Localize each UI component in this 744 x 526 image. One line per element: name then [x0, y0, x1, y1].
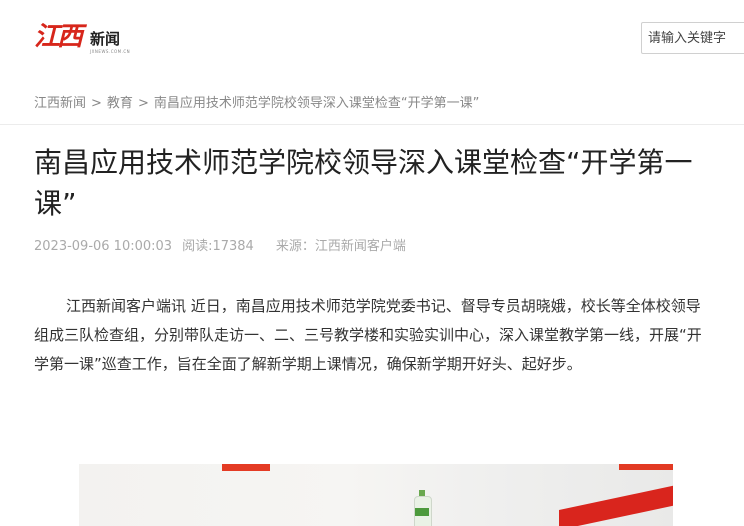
photo-bottle-label: [415, 508, 429, 516]
photo-red-cloth: [559, 485, 673, 526]
logo-jiangxi-text: 江西: [34, 22, 83, 52]
breadcrumb-separator: >: [137, 96, 149, 111]
article-title: 南昌应用技术师范学院校领导深入课堂检查“开学第一课”: [34, 146, 693, 220]
breadcrumb-separator: >: [91, 96, 102, 111]
breadcrumb-home-link[interactable]: 江西新闻: [34, 96, 86, 111]
breadcrumb: 江西新闻 > 教育 > 南昌应用技术师范学院校领导深入课堂检查“开学第一课”: [34, 95, 479, 113]
photo-red-banner-left: [222, 464, 270, 471]
article-paragraph: 江西新闻客户端讯 近日，南昌应用技术师范学院党委书记、督导专员胡晓娥，校长等全体…: [34, 297, 702, 373]
publish-date: 2023-09-06 10:00:03: [34, 239, 173, 254]
read-count: 阅读:17384: [182, 239, 254, 254]
site-header: 江西 新闻 JXNEWS.COM.CN: [0, 0, 744, 78]
article-source: 来源：江西新闻客户端: [275, 239, 406, 254]
photo-red-banner-right: [619, 464, 673, 470]
breadcrumb-current: 南昌应用技术师范学院校领导深入课堂检查“开学第一课”: [153, 96, 480, 111]
breadcrumb-education-link[interactable]: 教育: [107, 96, 133, 111]
article-photo: [79, 464, 673, 526]
header-divider: [0, 124, 744, 125]
logo-domain-text: JXNEWS.COM.CN: [90, 49, 131, 54]
article-meta: 2023-09-06 10:00:03 阅读:17384 来源：江西新闻客户端: [34, 238, 416, 256]
search-input[interactable]: [641, 22, 744, 54]
logo-news-text: 新闻: [90, 30, 121, 48]
